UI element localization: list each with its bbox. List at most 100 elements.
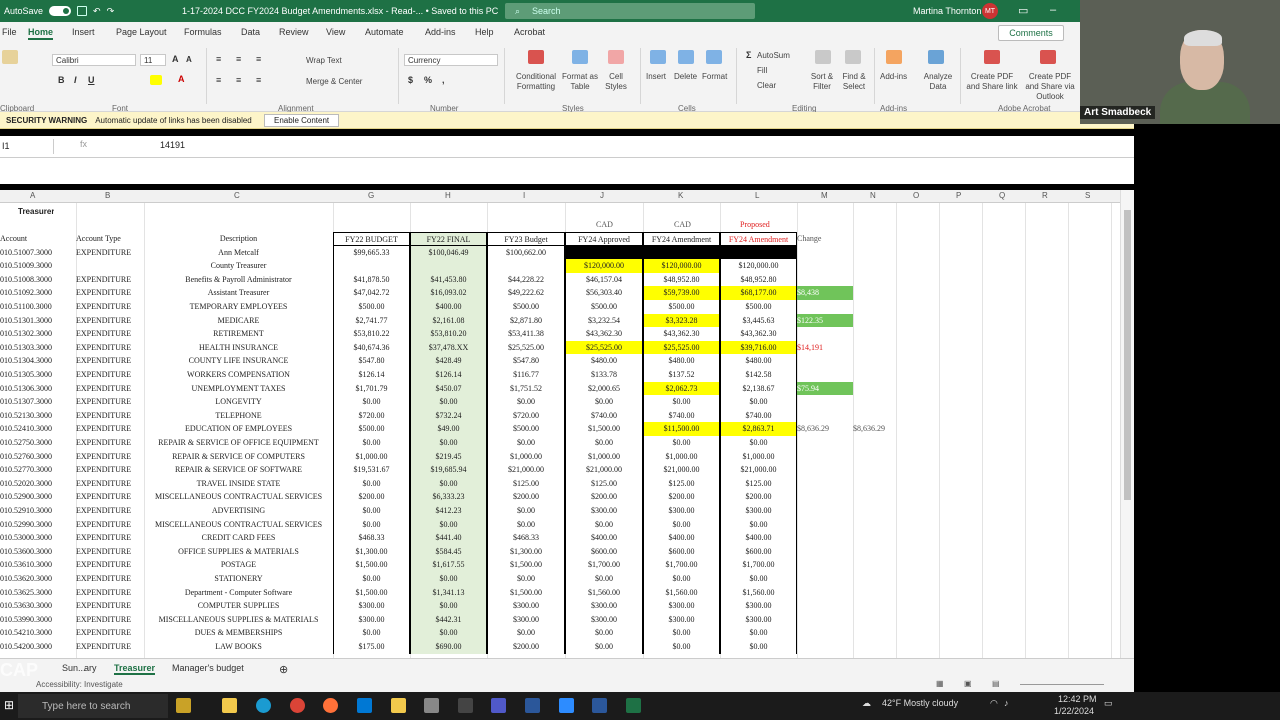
table-cell[interactable]: [853, 327, 905, 341]
table-cell[interactable]: 010.52020.3000: [0, 477, 76, 491]
table-cell[interactable]: EDUCATION OF EMPLOYEES: [144, 422, 333, 436]
table-cell[interactable]: $600.00: [565, 544, 643, 559]
clock-date[interactable]: 1/22/2024: [1054, 706, 1094, 716]
table-cell[interactable]: [853, 572, 905, 586]
table-cell[interactable]: [853, 341, 905, 355]
table-cell[interactable]: REPAIR & SERVICE OF OFFICE EQUIPMENT: [144, 436, 333, 450]
table-cell[interactable]: WORKERS COMPENSATION: [144, 368, 333, 382]
table-cell[interactable]: EXPENDITURE: [76, 354, 144, 368]
table-cell[interactable]: EXPENDITURE: [76, 368, 144, 382]
fill-color-icon[interactable]: [150, 75, 162, 85]
table-cell[interactable]: $99,665.33: [333, 245, 410, 260]
table-cell[interactable]: [797, 436, 853, 450]
tab-data[interactable]: Data: [241, 27, 260, 37]
table-cell[interactable]: [797, 572, 853, 586]
table-cell[interactable]: $0.00: [565, 436, 643, 450]
accessibility-status[interactable]: Accessibility: Investigate: [36, 680, 123, 689]
table-cell[interactable]: $300.00: [333, 612, 410, 627]
sheet-tab-summary[interactable]: Sun...: [62, 663, 86, 673]
table-cell[interactable]: Department - Computer Software: [144, 586, 333, 600]
scroll-thumb[interactable]: [1124, 210, 1131, 500]
table-cell[interactable]: [853, 626, 905, 640]
table-cell[interactable]: [797, 450, 853, 464]
table-cell[interactable]: Assistant Treasurer: [144, 286, 333, 300]
cell-styles-icon[interactable]: [608, 50, 624, 64]
delete-cells-icon[interactable]: [678, 50, 694, 64]
table-cell[interactable]: $120,000.00: [720, 259, 797, 273]
table-cell[interactable]: [565, 245, 643, 260]
table-cell[interactable]: $2,741.77: [333, 313, 410, 328]
table-cell[interactable]: 010.51008.3000: [0, 273, 76, 287]
table-cell[interactable]: EXPENDITURE: [76, 572, 144, 586]
table-cell[interactable]: $49,222.62: [487, 286, 565, 300]
table-cell[interactable]: $2,871.80: [487, 313, 565, 328]
table-cell[interactable]: [797, 586, 853, 600]
table-cell[interactable]: EXPENDITURE: [76, 613, 144, 627]
sheet-tab-managers-budget[interactable]: Manager's budget: [172, 663, 244, 673]
table-cell[interactable]: 010.51092.3000: [0, 286, 76, 300]
table-cell[interactable]: $500.00: [487, 300, 565, 314]
table-cell[interactable]: 010.51305.3000: [0, 368, 76, 382]
table-cell[interactable]: 010.51303.3000: [0, 341, 76, 355]
column-header-n[interactable]: N: [870, 191, 876, 200]
table-cell[interactable]: $584.45: [410, 544, 487, 559]
table-cell[interactable]: [797, 409, 853, 423]
conditional-formatting-icon[interactable]: [528, 50, 544, 64]
table-cell[interactable]: [853, 300, 905, 314]
sticky-notes-icon[interactable]: [391, 698, 406, 713]
column-header-r[interactable]: R: [1042, 191, 1048, 200]
speaker-icon[interactable]: ♪: [1004, 698, 1009, 708]
avatar[interactable]: MT: [982, 3, 998, 19]
table-cell[interactable]: $126.14: [333, 368, 410, 382]
notification-icon[interactable]: ▭: [1104, 698, 1113, 709]
table-cell[interactable]: POSTAGE: [144, 558, 333, 572]
table-cell[interactable]: EXPENDITURE: [76, 477, 144, 491]
table-cell[interactable]: $0.00: [565, 517, 643, 532]
table-cell[interactable]: 010.53630.3000: [0, 599, 76, 613]
font-name-select[interactable]: Calibri: [52, 54, 136, 66]
table-cell[interactable]: $175.00: [333, 640, 410, 654]
table-cell[interactable]: Change: [797, 232, 853, 246]
zoom-icon[interactable]: [559, 698, 574, 713]
table-cell[interactable]: ADVERTISING: [144, 504, 333, 518]
increase-font-icon[interactable]: A: [172, 54, 179, 64]
table-cell[interactable]: $0.00: [720, 640, 797, 654]
column-header-s[interactable]: S: [1085, 191, 1090, 200]
table-cell[interactable]: Benefits & Payroll Administrator: [144, 273, 333, 287]
table-cell[interactable]: [410, 259, 487, 273]
table-cell[interactable]: Account Type: [76, 232, 144, 246]
table-cell[interactable]: FY24 Amendment: [643, 232, 720, 246]
table-cell[interactable]: $200.00: [565, 490, 643, 504]
enable-content-button[interactable]: Enable Content: [264, 114, 340, 127]
table-cell[interactable]: [797, 477, 853, 491]
table-cell[interactable]: $0.00: [487, 626, 565, 640]
table-cell[interactable]: $428.49: [410, 354, 487, 368]
column-header-i[interactable]: I: [523, 191, 525, 200]
paste-icon[interactable]: [2, 50, 18, 64]
start-icon[interactable]: ⊞: [4, 698, 14, 712]
addins-icon[interactable]: [886, 50, 902, 64]
table-cell[interactable]: [797, 273, 853, 287]
table-cell[interactable]: $0.00: [565, 640, 643, 654]
column-header-q[interactable]: Q: [999, 191, 1005, 200]
table-cell[interactable]: 010.52910.3000: [0, 504, 76, 518]
table-cell[interactable]: $200.00: [333, 490, 410, 504]
vertical-scrollbar[interactable]: [1120, 190, 1134, 658]
table-cell[interactable]: $0.00: [720, 395, 797, 409]
table-cell[interactable]: [853, 246, 905, 260]
currency-icon[interactable]: $: [408, 75, 413, 85]
table-cell[interactable]: $400.00: [643, 531, 720, 545]
cell-styles-button[interactable]: Cell Styles: [600, 72, 632, 92]
table-cell[interactable]: [853, 354, 905, 368]
comma-icon[interactable]: ,: [442, 75, 445, 85]
table-cell[interactable]: $200.00: [643, 490, 720, 504]
table-cell[interactable]: $1,341.13: [410, 585, 487, 600]
undo-icon[interactable]: ↶: [93, 6, 101, 17]
table-cell[interactable]: [853, 314, 905, 328]
table-cell[interactable]: [797, 599, 853, 613]
table-cell[interactable]: [853, 259, 905, 273]
table-cell[interactable]: EXPENDITURE: [76, 341, 144, 355]
table-cell[interactable]: $300.00: [643, 504, 720, 518]
table-cell[interactable]: [797, 640, 853, 654]
table-cell[interactable]: EXPENDITURE: [76, 450, 144, 464]
